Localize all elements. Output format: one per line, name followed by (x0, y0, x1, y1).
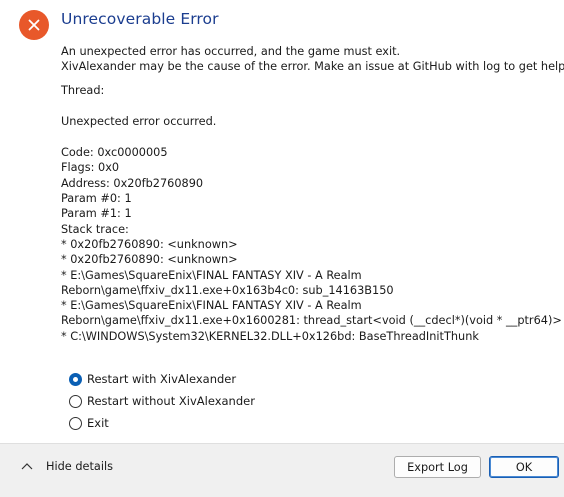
error-message-body: An unexpected error has occurred, and th… (61, 44, 564, 344)
radio-button[interactable] (69, 416, 82, 430)
detail-line: * C:\WINDOWS\System32\KERNEL32.DLL+0x126… (61, 329, 479, 343)
detail-line: * 0x20fb2760890: <unknown> (61, 253, 238, 267)
hide-details-label: Hide details (46, 459, 113, 473)
error-dialog: Unrecoverable Error An unexpected error … (0, 0, 564, 497)
message-line-2: XivAlexander may be the cause of the err… (61, 60, 564, 74)
detail-line: Param #0: 1 (61, 192, 132, 206)
restart-options: Restart with XivAlexander Restart withou… (69, 368, 255, 434)
detail-line: Reborn\game\ffxiv_dx11.exe+0x163b4c0: su… (61, 283, 394, 297)
ok-button[interactable]: OK (489, 456, 559, 478)
thread-label: Thread: (61, 83, 105, 97)
detail-line: Stack trace: (61, 222, 129, 236)
detail-line: * E:\Games\SquareEnix\FINAL FANTASY XIV … (61, 299, 362, 313)
message-line-1: An unexpected error has occurred, and th… (61, 45, 401, 58)
option-label: Restart with XivAlexander (87, 372, 237, 386)
dialog-title: Unrecoverable Error (61, 10, 219, 28)
detail-line: * E:\Games\SquareEnix\FINAL FANTASY XIV … (61, 268, 362, 282)
option-label: Exit (87, 416, 109, 430)
detail-line: Param #1: 1 (61, 207, 132, 221)
radio-button-checked[interactable] (69, 372, 82, 386)
error-x-icon (19, 10, 49, 40)
unexpected-error-text: Unexpected error occurred. (61, 114, 217, 128)
option-restart-without-xivalexander[interactable]: Restart without XivAlexander (69, 390, 255, 412)
export-log-button[interactable]: Export Log (394, 456, 481, 478)
option-exit[interactable]: Exit (69, 412, 255, 434)
detail-line: Reborn\game\ffxiv_dx11.exe+0x1600281: th… (61, 314, 562, 328)
hide-details-toggle[interactable]: Hide details (20, 457, 113, 475)
dialog-footer: Hide details Export Log OK (0, 443, 564, 497)
detail-line: Address: 0x20fb2760890 (61, 176, 204, 190)
detail-line: * 0x20fb2760890: <unknown> (61, 237, 238, 251)
option-label: Restart without XivAlexander (87, 394, 255, 408)
detail-line: Flags: 0x0 (61, 161, 120, 175)
chevron-up-icon (20, 459, 34, 473)
radio-button[interactable] (69, 394, 82, 408)
option-restart-with-xivalexander[interactable]: Restart with XivAlexander (69, 368, 255, 390)
detail-line: Code: 0xc0000005 (61, 146, 168, 160)
